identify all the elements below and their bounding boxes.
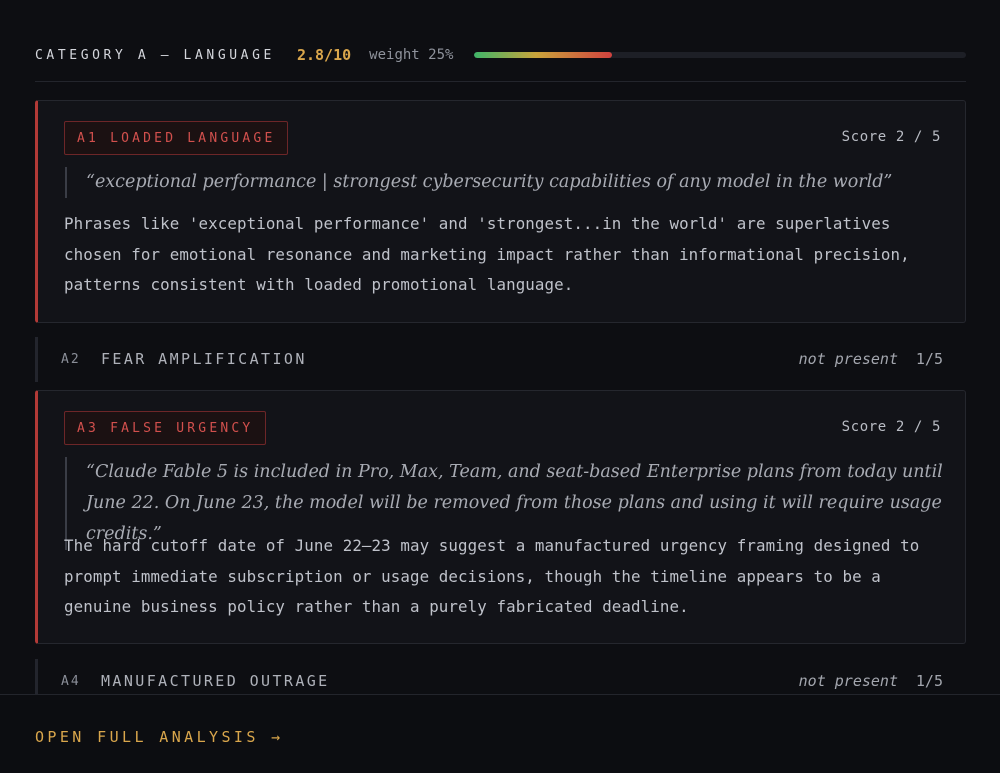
item-score-a3: Score 2 / 5: [841, 419, 941, 435]
item-id-a2: A2: [61, 352, 81, 367]
item-score-a2: 1/5: [915, 350, 943, 368]
category-header: CATEGORY A — LANGUAGE 2.8/10 weight 25%: [35, 40, 966, 70]
item-card-a1[interactable]: A1 LOADED LANGUAGE Score 2 / 5 “exceptio…: [35, 100, 966, 323]
item-score-a4: 1/5: [915, 672, 943, 690]
item-card-a3[interactable]: A3 FALSE URGENCY Score 2 / 5 “Claude Fab…: [35, 390, 966, 644]
category-title: CATEGORY A — LANGUAGE: [35, 47, 275, 63]
analysis-panel: CATEGORY A — LANGUAGE 2.8/10 weight 25% …: [0, 0, 1000, 773]
item-name-a2: FEAR AMPLIFICATION: [101, 350, 307, 368]
item-quote-a1: “exceptional performance | strongest cyb…: [65, 167, 945, 198]
item-tag-a3: A3 FALSE URGENCY: [64, 411, 267, 445]
item-id-a4: A4: [61, 674, 81, 689]
category-weight: weight 25%: [369, 47, 454, 63]
item-description-a1: Phrases like 'exceptional performance' a…: [64, 214, 910, 294]
header-divider: [35, 81, 966, 82]
item-description-a3: The hard cutoff date of June 22–23 may s…: [64, 536, 920, 616]
item-status-a4: not present: [798, 672, 898, 690]
category-score: 2.8/10: [296, 46, 352, 64]
item-row-a2[interactable]: A2 FEAR AMPLIFICATION not present 1/5: [35, 337, 966, 382]
item-name-a4: MANUFACTURED OUTRAGE: [101, 672, 330, 690]
item-status-a2: not present: [798, 350, 898, 368]
item-card-header: A3 FALSE URGENCY Score 2 / 5: [64, 411, 941, 445]
item-tag-a1: A1 LOADED LANGUAGE: [64, 121, 289, 155]
category-progress-fill: [474, 52, 613, 58]
item-score-a1: Score 2 / 5: [841, 129, 941, 145]
item-card-header: A1 LOADED LANGUAGE Score 2 / 5: [64, 121, 941, 155]
open-full-analysis-link[interactable]: OPEN FULL ANALYSIS →: [35, 728, 284, 746]
category-progress-bar: [474, 52, 966, 58]
footer-bar: OPEN FULL ANALYSIS →: [0, 694, 1000, 773]
